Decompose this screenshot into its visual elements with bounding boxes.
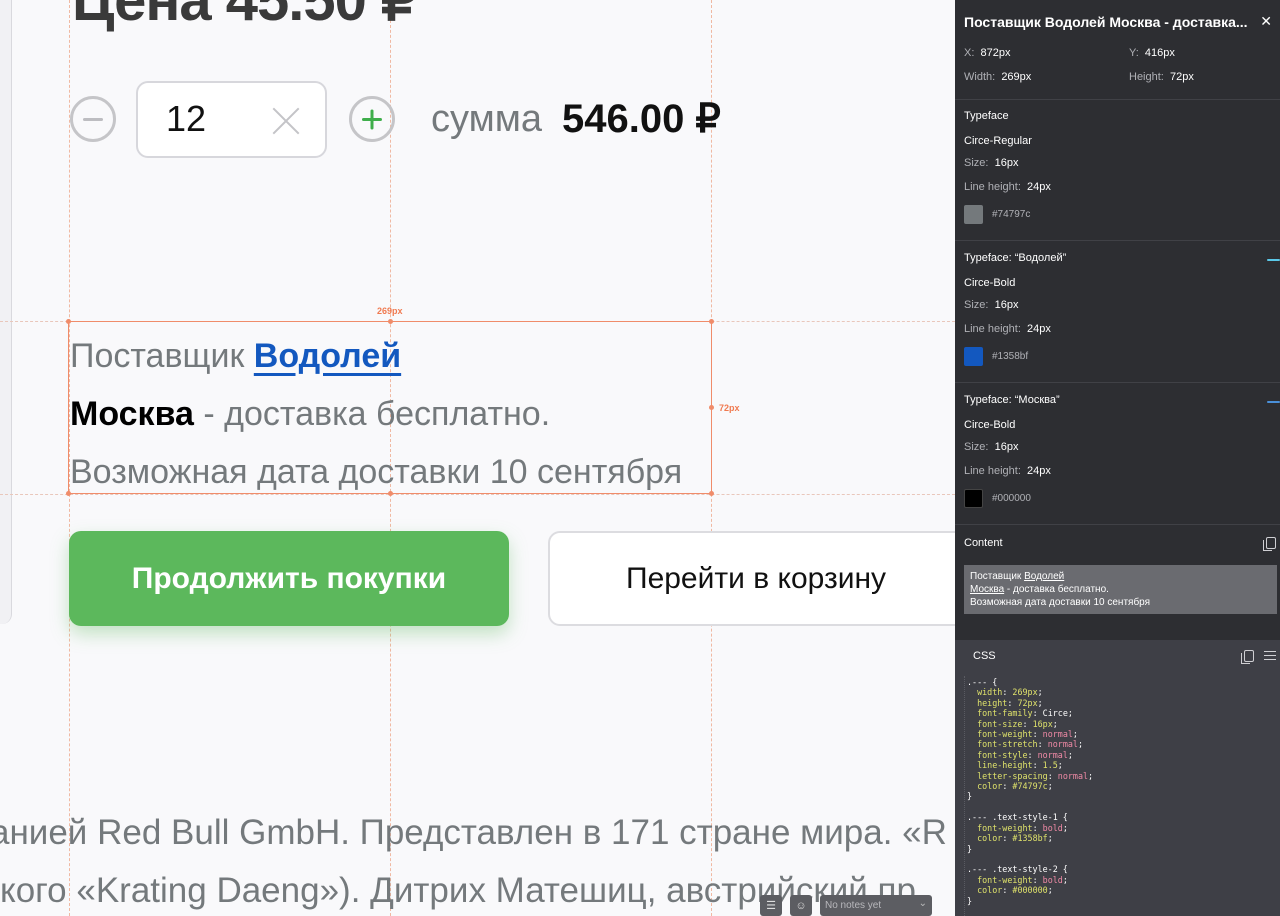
typeface-font: Circe-Regular bbox=[964, 135, 1032, 147]
code-gutter bbox=[955, 676, 965, 916]
color-hex[interactable]: #74797c bbox=[992, 209, 1030, 220]
price-text: Цена 45.50 ₽ bbox=[72, 0, 418, 33]
color-hex[interactable]: #1358bf bbox=[992, 351, 1028, 362]
metric-height: Height: 72px bbox=[1129, 71, 1194, 83]
close-icon[interactable]: ✕ bbox=[1260, 13, 1272, 30]
divider bbox=[955, 240, 1280, 241]
add-note-icon[interactable]: ☰ bbox=[760, 895, 782, 916]
css-code-block[interactable]: .--- { width: 269px; height: 72px; font-… bbox=[967, 677, 1093, 906]
avatar-icon[interactable]: ☺ bbox=[790, 895, 812, 916]
color-swatch[interactable] bbox=[964, 347, 983, 366]
style-indicator bbox=[1267, 259, 1280, 261]
delivery-date: Возможная дата доставки 10 сентября bbox=[70, 453, 683, 491]
inspector-title: Поставщик Водолей Москва - доставка... bbox=[964, 14, 1248, 30]
quantity-value: 12 bbox=[166, 98, 207, 139]
copy-icon[interactable] bbox=[1241, 650, 1254, 664]
settings-sliders-icon[interactable] bbox=[1264, 651, 1276, 661]
selection-handle[interactable] bbox=[66, 319, 71, 324]
content-line: Поставщик Водолей bbox=[970, 571, 1065, 582]
plus-circle-icon[interactable] bbox=[349, 96, 395, 142]
content-line: Возможная дата доставки 10 сентября bbox=[970, 597, 1151, 608]
height-dimension-label: 72px bbox=[719, 403, 740, 413]
typeface-size: Size: 16px bbox=[964, 157, 1019, 169]
metric-width: Width: 269px bbox=[964, 71, 1032, 83]
metric-x: X: 872px bbox=[964, 47, 1011, 59]
style-indicator bbox=[1267, 401, 1280, 403]
selection-handle[interactable] bbox=[709, 405, 714, 410]
typeface-font: Circe-Bold bbox=[964, 277, 1016, 289]
notes-bar: ☰ ☺ No notes yet ⌄ bbox=[760, 895, 932, 916]
copy-icon[interactable] bbox=[1263, 537, 1276, 551]
color-swatch[interactable] bbox=[964, 489, 983, 508]
typeface-size: Size: 16px bbox=[964, 299, 1019, 311]
css-panel: CSS .--- { width: 269px; height: 72px; f… bbox=[955, 640, 1280, 916]
continue-shopping-button[interactable]: Продолжить покупки bbox=[69, 531, 509, 626]
description-line: анией Red Bull GmbH. Представлен в 171 с… bbox=[0, 813, 947, 852]
delivery-line: Москва - доставка бесплатно. bbox=[70, 385, 682, 443]
typeface-line-height: Line height: 24px bbox=[964, 323, 1051, 335]
content-title: Content bbox=[964, 537, 1003, 549]
typeface-line-height: Line height: 24px bbox=[964, 181, 1051, 193]
chevron-down-icon: ⌄ bbox=[918, 898, 927, 909]
divider bbox=[955, 524, 1280, 525]
design-canvas[interactable]: Цена 45.50 ₽ 12 сумма 546.00 ₽ 269px 72p… bbox=[0, 0, 955, 916]
typeface-title: Typeface bbox=[964, 110, 1009, 122]
supplier-link[interactable]: Водолей bbox=[254, 337, 401, 375]
selection-handle[interactable] bbox=[388, 319, 393, 324]
content-preview[interactable]: Поставщик Водолей Москва - доставка бесп… bbox=[964, 565, 1277, 614]
typeface-title: Typeface: “Москва” bbox=[964, 394, 1060, 406]
go-to-cart-button[interactable]: Перейти в корзину bbox=[548, 531, 955, 626]
css-title: CSS bbox=[973, 650, 996, 662]
clear-x-icon[interactable] bbox=[269, 103, 303, 137]
quantity-stepper: 12 сумма 546.00 ₽ bbox=[70, 80, 721, 158]
typeface-line-height: Line height: 24px bbox=[964, 465, 1051, 477]
quantity-input[interactable]: 12 bbox=[136, 80, 327, 158]
content-line: Москва - доставка бесплатно. bbox=[970, 584, 1109, 595]
typeface-size: Size: 16px bbox=[964, 441, 1019, 453]
selection-handle[interactable] bbox=[709, 319, 714, 324]
supplier-info: Поставщик Водолей Москва - доставка бесп… bbox=[70, 327, 682, 501]
supplier-prefix: Поставщик bbox=[70, 337, 254, 375]
typeface-title: Typeface: “Водолей” bbox=[964, 252, 1067, 264]
card-edge bbox=[0, 0, 12, 624]
delivery-text: - доставка бесплатно. bbox=[193, 395, 551, 433]
sum-value: 546.00 ₽ bbox=[561, 97, 721, 141]
supplier-line: Поставщик Водолей bbox=[70, 327, 682, 385]
selection-handle[interactable] bbox=[709, 491, 714, 496]
minus-circle-icon[interactable] bbox=[70, 96, 116, 142]
notes-placeholder: No notes yet bbox=[825, 900, 882, 911]
delivery-city: Москва bbox=[70, 395, 194, 433]
divider bbox=[955, 99, 1280, 100]
width-dimension-label: 269px bbox=[377, 306, 403, 316]
divider bbox=[955, 382, 1280, 383]
typeface-font: Circe-Bold bbox=[964, 419, 1016, 431]
sum-label: сумма bbox=[431, 97, 542, 140]
color-hex[interactable]: #000000 bbox=[992, 493, 1031, 504]
color-swatch[interactable] bbox=[964, 205, 983, 224]
notes-dropdown[interactable]: No notes yet ⌄ bbox=[820, 895, 932, 916]
metric-y: Y: 416px bbox=[1129, 47, 1175, 59]
